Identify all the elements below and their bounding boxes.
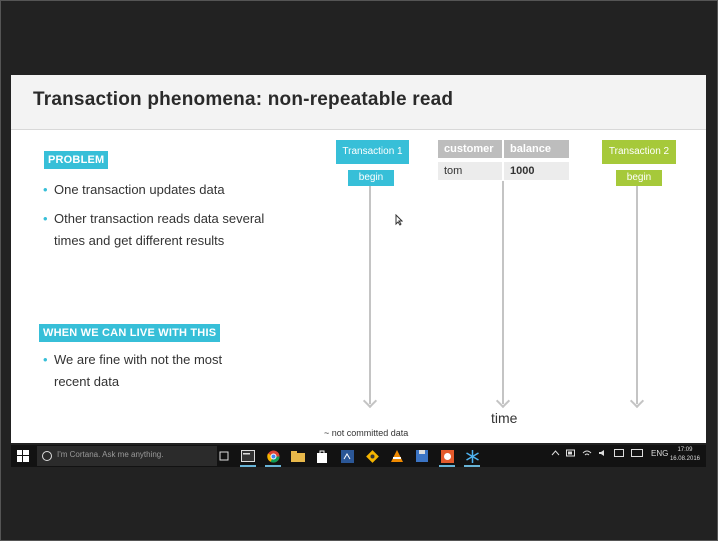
- time-label: time: [491, 410, 518, 426]
- terminal-icon[interactable]: [240, 448, 256, 467]
- transaction-2-box: Transaction 2: [602, 140, 676, 164]
- table-header-customer: customer: [438, 140, 502, 158]
- transaction-1-arrow: [362, 393, 378, 409]
- live-bullet-1: • We are fine with not the most: [43, 352, 223, 367]
- wifi-icon[interactable]: [582, 449, 592, 459]
- slide-title: Transaction phenomena: non-repeatable re…: [33, 89, 454, 110]
- language-indicator[interactable]: ENG: [651, 449, 668, 458]
- snowflake-icon[interactable]: [464, 448, 480, 467]
- time-axis-arrow: [495, 393, 511, 409]
- store-icon[interactable]: [314, 448, 330, 464]
- transaction-2-arrow: [629, 393, 645, 409]
- cortana-icon: [42, 451, 52, 461]
- task-view-icon[interactable]: [216, 448, 232, 464]
- problem-bullet-2: • Other transaction reads data several: [43, 211, 265, 226]
- action-center-icon[interactable]: [614, 449, 624, 460]
- clock-date: 16.08.2016: [669, 456, 700, 462]
- table-cell-customer: tom: [438, 162, 502, 180]
- vlc-icon[interactable]: [389, 448, 405, 464]
- file-explorer-icon[interactable]: [290, 448, 306, 464]
- slide-header: Transaction phenomena: non-repeatable re…: [11, 75, 706, 130]
- time-axis-line: [502, 181, 504, 404]
- windows-taskbar: I'm Cortana. Ask me anything. ENG 17:09 …: [11, 445, 706, 467]
- live-with-tag: WHEN WE CAN LIVE WITH THIS: [39, 324, 221, 342]
- windows-start-icon[interactable]: [17, 450, 29, 462]
- keyboard-icon[interactable]: [631, 449, 643, 459]
- footnote: ~ not committed data: [324, 428, 409, 438]
- cortana-search-box[interactable]: I'm Cortana. Ask me anything.: [37, 446, 217, 466]
- cortana-placeholder: I'm Cortana. Ask me anything.: [57, 450, 164, 459]
- taskbar-clock[interactable]: 17:09 16.08.2016: [670, 446, 700, 464]
- table-header-balance: balance: [504, 140, 569, 158]
- problem-bullet-1: • One transaction updates data: [43, 182, 225, 197]
- table-cell-balance: 1000: [504, 162, 569, 180]
- problem-bullet-2-cont: times and get different results: [54, 233, 225, 248]
- transaction-1-box: Transaction 1: [336, 140, 409, 164]
- save-icon[interactable]: [414, 448, 430, 464]
- transaction-2-timeline: [636, 186, 638, 404]
- chevron-up-icon[interactable]: [551, 449, 560, 459]
- chrome-icon[interactable]: [265, 448, 281, 467]
- battery-icon[interactable]: [566, 449, 576, 459]
- volume-icon[interactable]: [598, 449, 608, 459]
- transaction-1-timeline: [369, 186, 371, 404]
- git-icon[interactable]: [364, 448, 380, 464]
- transaction-1-begin: begin: [348, 170, 394, 186]
- presentation-slide: Transaction phenomena: non-repeatable re…: [11, 75, 706, 443]
- clock-time: 17:09: [677, 447, 693, 453]
- app-blue-icon[interactable]: [339, 448, 355, 464]
- mouse-cursor-icon: [395, 214, 403, 226]
- problem-tag: PROBLEM: [44, 151, 109, 169]
- live-bullet-1-cont: recent data: [54, 374, 120, 389]
- paint-icon[interactable]: [439, 448, 455, 467]
- transaction-2-begin: begin: [616, 170, 662, 186]
